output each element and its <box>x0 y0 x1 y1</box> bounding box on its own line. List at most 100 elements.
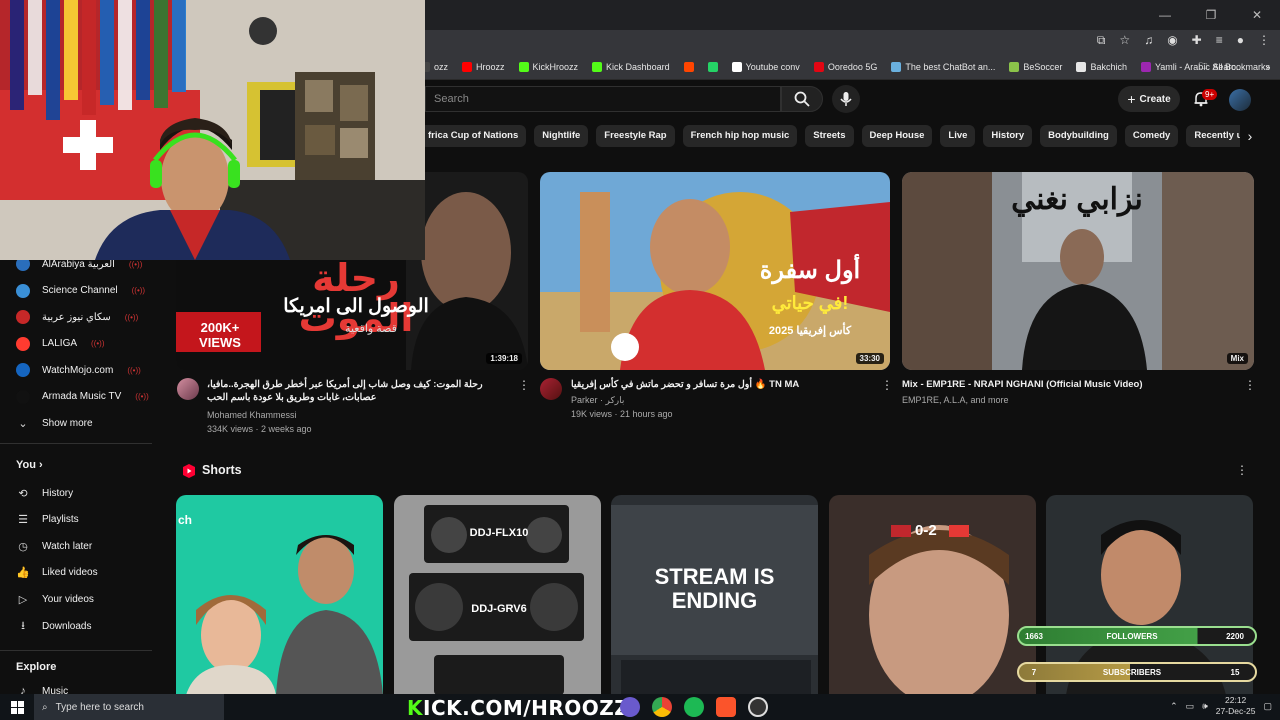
bookmark-item[interactable]: The best ChatBot an... <box>891 61 995 72</box>
sidebar-item[interactable]: ⟲ History <box>16 486 73 500</box>
taskbar-search[interactable]: ⌕ Type here to search <box>34 694 224 720</box>
clock[interactable]: 22:12 27-Dec-25 <box>1216 695 1256 717</box>
sidebar-item[interactable]: ☰ Playlists <box>16 513 79 527</box>
category-chip[interactable]: French hip hop music <box>682 125 798 147</box>
video-1-title[interactable]: رحلة الموت: كيف وصل شاب إلى أمريكا عبر أ… <box>207 378 507 404</box>
browser-menu-icon[interactable]: ⋮ <box>1258 33 1270 48</box>
thumbs-up-icon: 👍 <box>16 567 30 580</box>
video-thumbnail-3[interactable]: نزابي نغني Mix <box>902 172 1254 370</box>
extension-icon-2[interactable]: ◉ <box>1167 33 1177 48</box>
channel-avatar-icon <box>16 310 30 324</box>
sidebar-divider <box>0 443 152 444</box>
bookmark-item[interactable]: KickHroozz <box>518 61 578 72</box>
chips-next-arrow[interactable]: › <box>1240 126 1260 146</box>
sidebar-item[interactable]: ◷ Watch later <box>16 539 92 553</box>
short-2[interactable]: DDJ-FLX10 DDJ-GRV6 <box>394 495 601 695</box>
restore-icon[interactable]: ❐ <box>1188 0 1234 30</box>
bookmark-item[interactable]: Ooredoo 5G <box>813 61 877 72</box>
category-chip[interactable]: Deep House <box>861 125 933 147</box>
search-button[interactable] <box>781 86 823 112</box>
video-2-title[interactable]: أول مرة تسافر و تحضر ماتش في كأس إفريقيا… <box>571 378 871 391</box>
profile-icon[interactable]: ● <box>1237 33 1244 48</box>
chrome-icon[interactable] <box>652 697 672 717</box>
category-chip[interactable]: History <box>983 125 1033 147</box>
short-4[interactable]: 0-2 <box>829 495 1036 695</box>
category-chip[interactable]: Streets <box>805 125 854 147</box>
video-1-channel-avatar[interactable] <box>177 378 199 400</box>
sidebar-item-label: History <box>42 487 74 499</box>
subscribers-goal: 15 <box>1230 667 1240 677</box>
app-icon-1[interactable] <box>620 697 640 717</box>
video-2-stats: 19K views · 21 hours ago <box>571 409 673 419</box>
video-2-channel[interactable]: Parker · باركر <box>571 393 871 407</box>
video-thumbnail-2[interactable]: أول سفرة في حياتي! كأس إفريقيا 2025 33:3… <box>540 172 890 370</box>
voice-search-button[interactable] <box>832 85 860 113</box>
category-chip[interactable]: frica Cup of Nations <box>420 125 527 147</box>
video-3-menu-icon[interactable]: ⋮ <box>1244 378 1256 392</box>
video-3-title[interactable]: Mix - EMP1RE - NRAPI NGHANI (Official Mu… <box>902 378 1232 391</box>
category-chip[interactable]: Live <box>940 125 976 147</box>
search-input[interactable]: Search <box>425 86 781 112</box>
screen-cast-icon[interactable]: ⧉ <box>1097 33 1106 48</box>
webcam-overlay <box>0 0 425 260</box>
short-3[interactable]: STREAM IS ENDING <box>611 495 818 695</box>
create-button[interactable]: + Create <box>1118 86 1180 112</box>
bookmark-item[interactable]: Youtube conv <box>731 61 800 72</box>
sidebar-you-heading[interactable]: You › <box>16 459 43 471</box>
network-icon[interactable]: ▭ <box>1186 701 1195 712</box>
shorts-menu-icon[interactable]: ⋮ <box>1236 463 1248 477</box>
chevron-down-icon: ⌄ <box>18 417 28 430</box>
bookmark-item[interactable]: Hroozz <box>462 61 505 72</box>
sidebar-item[interactable]: WatchMojo.com ((•)) <box>16 363 141 377</box>
sidebar-item[interactable]: LALIGA ((•)) <box>16 336 105 351</box>
sidebar-item[interactable]: ⌄ Show more <box>16 416 92 430</box>
bookmark-item[interactable]: Bakchich <box>1076 61 1127 72</box>
category-chips: frica Cup of Nations Nightlife Freestyle R… <box>420 125 1240 147</box>
sidebar-item[interactable]: Armada Music TV ((•)) <box>16 389 149 404</box>
video-3-channel[interactable]: EMP1RE, A.L.A, and more <box>902 393 1232 407</box>
queue-icon[interactable]: ≡ <box>1216 33 1223 48</box>
window-controls: — ❐ ✕ <box>1142 0 1280 30</box>
category-chip[interactable]: Freestyle Rap <box>596 125 675 147</box>
bookmark-item[interactable]: Kick Dashboard <box>592 61 670 72</box>
short-2-image <box>394 495 601 695</box>
category-chip[interactable]: Bodybuilding <box>1040 125 1117 147</box>
volume-icon[interactable]: 🕪 <box>1202 701 1208 712</box>
category-chip[interactable]: Recently uploaded <box>1186 125 1240 147</box>
bookmark-favicon-icon <box>518 61 529 72</box>
account-avatar[interactable] <box>1229 89 1251 111</box>
sidebar: AlArabiya العربية ((•)) Science Channel ((•… <box>0 250 160 697</box>
video-2-channel-avatar[interactable] <box>540 378 562 400</box>
bookmark-item[interactable]: BeSoccer <box>1009 61 1062 72</box>
live-indicator-icon: ((•)) <box>128 259 143 269</box>
video-1-thumb-subtitle: الوصول الى امريكا <box>283 296 429 317</box>
bookmark-item[interactable] <box>707 61 718 72</box>
sidebar-item[interactable]: ▷ Your videos <box>16 592 94 606</box>
sidebar-item[interactable]: ⭳ Downloads <box>16 619 91 633</box>
category-chip[interactable]: Comedy <box>1124 125 1179 147</box>
video-1-channel[interactable]: Mohamed Khammessi <box>207 408 507 422</box>
video-1-menu-icon[interactable]: ⋮ <box>518 378 530 392</box>
spotify-icon[interactable] <box>684 697 704 717</box>
start-button[interactable] <box>0 694 34 720</box>
video-1-thumb-tag: قصة واقعية <box>345 323 397 335</box>
obs-icon[interactable] <box>748 697 768 717</box>
minimize-icon[interactable]: — <box>1142 0 1188 30</box>
close-icon[interactable]: ✕ <box>1234 0 1280 30</box>
notifications-tray-icon[interactable]: ▢ <box>1263 701 1272 712</box>
sidebar-item[interactable]: Science Channel ((•)) <box>16 283 145 298</box>
short-4-overlay: 0-2 <box>915 522 937 539</box>
puzzle-icon[interactable]: ✚ <box>1192 33 1202 48</box>
bookmark-item[interactable] <box>683 61 694 72</box>
sidebar-item[interactable]: سكاي نيوز عربية ((•)) <box>16 310 138 324</box>
video-2-menu-icon[interactable]: ⋮ <box>881 378 893 392</box>
category-chip[interactable]: Nightlife <box>534 125 589 147</box>
all-bookmarks-button[interactable]: 🗀 All Bookmarks <box>1198 59 1270 75</box>
music-extension-icon[interactable]: ♫ <box>1144 33 1153 48</box>
sidebar-item[interactable]: 👍 Liked videos <box>16 566 97 580</box>
live-indicator-icon: ((•)) <box>127 365 141 375</box>
brave-icon[interactable] <box>716 697 736 717</box>
short-1[interactable]: ch <box>176 495 383 695</box>
tray-chevron-icon[interactable]: ⌃ <box>1170 701 1178 712</box>
bookmark-star-icon[interactable]: ☆ <box>1119 33 1130 48</box>
